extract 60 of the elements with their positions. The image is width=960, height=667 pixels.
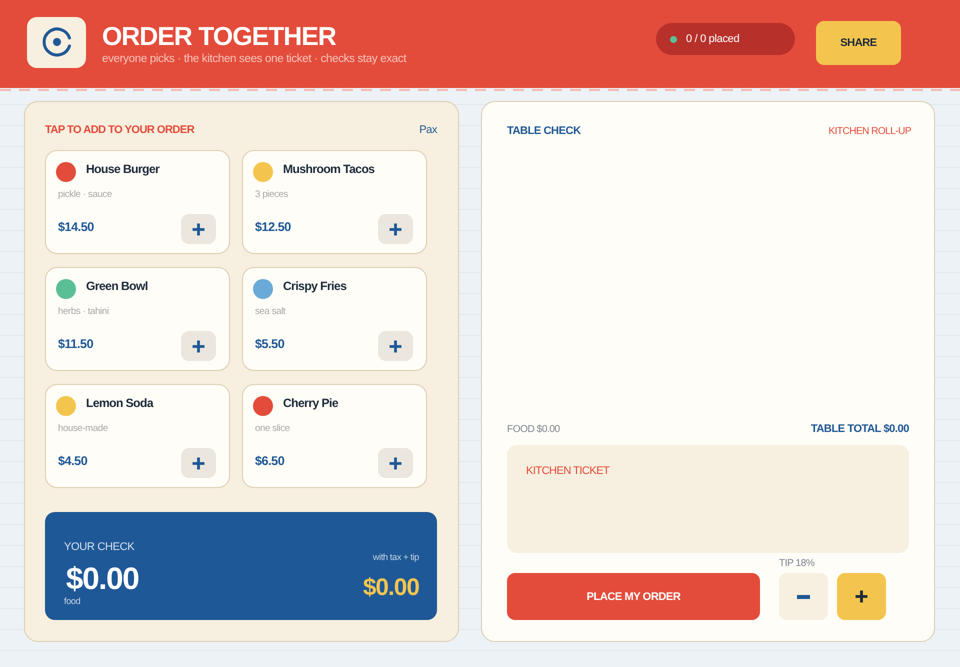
plus-icon (192, 222, 205, 236)
share-button[interactable]: SHARE (816, 21, 901, 65)
menu-item-card[interactable]: Crispy Fries sea salt $5.50 (242, 267, 427, 371)
menu-item-card[interactable]: Green Bowl herbs · tahini $11.50 (45, 267, 230, 371)
tip-decrease-button[interactable] (779, 573, 828, 620)
item-note: one slice (255, 423, 290, 434)
status-dot-icon (670, 36, 677, 42)
placed-count: 0 / 0 placed (686, 33, 740, 45)
item-price: $6.50 (255, 454, 284, 468)
add-item-button[interactable] (378, 448, 413, 478)
plus-icon (389, 340, 402, 352)
diner-name: Pax (419, 124, 437, 136)
plus-icon (389, 456, 402, 470)
add-item-button[interactable] (181, 331, 216, 361)
item-name: Lemon Soda (86, 396, 154, 410)
minus-icon (797, 594, 810, 598)
app-tagline: everyone picks · the kitchen sees one ticket · checks stay exact (102, 53, 406, 65)
menu-heading: TAP TO ADD TO YOUR ORDER (45, 124, 194, 136)
menu-item-card[interactable]: Cherry Pie one slice $6.50 (242, 384, 427, 488)
total-caption: with tax + tip (372, 552, 419, 562)
add-item-button[interactable] (378, 331, 413, 361)
item-price: $5.50 (255, 337, 284, 351)
item-note: house-made (58, 423, 108, 434)
item-name: Mushroom Tacos (283, 162, 374, 176)
item-price: $12.50 (255, 220, 291, 234)
menu-item-card[interactable]: Mushroom Tacos 3 pieces $12.50 (242, 150, 427, 254)
item-note: sea salt (255, 306, 286, 317)
add-item-button[interactable] (378, 214, 413, 244)
item-price: $4.50 (58, 454, 88, 468)
item-name: Crispy Fries (283, 279, 346, 293)
item-note: 3 pieces (255, 189, 288, 200)
table-total: TABLE TOTAL $0.00 (810, 423, 909, 435)
food-amount: $0.00 (66, 562, 139, 596)
menu-item-card[interactable]: Lemon Soda house-made $4.50 (45, 384, 230, 488)
item-name: Cherry Pie (283, 396, 338, 410)
tip-label: TIP 18% (779, 558, 814, 569)
item-name: House Burger (86, 162, 160, 176)
food-caption: food (64, 596, 80, 606)
place-order-button[interactable]: PLACE MY ORDER (507, 573, 760, 620)
your-check-label: YOUR CHECK (64, 541, 134, 553)
item-note: herbs · tahini (58, 306, 109, 317)
food-subtotal: FOOD $0.00 (507, 424, 560, 434)
item-name: Green Bowl (86, 279, 148, 293)
menu-item-card[interactable]: House Burger pickle · sauce $14.50 (45, 150, 230, 254)
plus-icon (855, 590, 868, 603)
plus-icon (389, 222, 402, 236)
kitchen-ticket-title: KITCHEN TICKET (526, 465, 610, 477)
add-item-button[interactable] (181, 448, 216, 478)
add-item-button[interactable] (181, 214, 216, 244)
grand-total-amount: $0.00 (362, 574, 419, 602)
ring-dot-icon (40, 26, 72, 58)
item-note: pickle · sauce (58, 189, 112, 200)
plus-icon (192, 456, 205, 470)
app-title: ORDER TOGETHER (102, 21, 336, 51)
view-mode-label: KITCHEN ROLL-UP (828, 126, 911, 136)
item-price: $14.50 (58, 220, 94, 234)
tip-increase-button[interactable] (837, 573, 886, 620)
table-check-title: TABLE CHECK (507, 125, 581, 137)
item-price: $11.50 (58, 337, 94, 351)
plus-icon (192, 340, 205, 352)
